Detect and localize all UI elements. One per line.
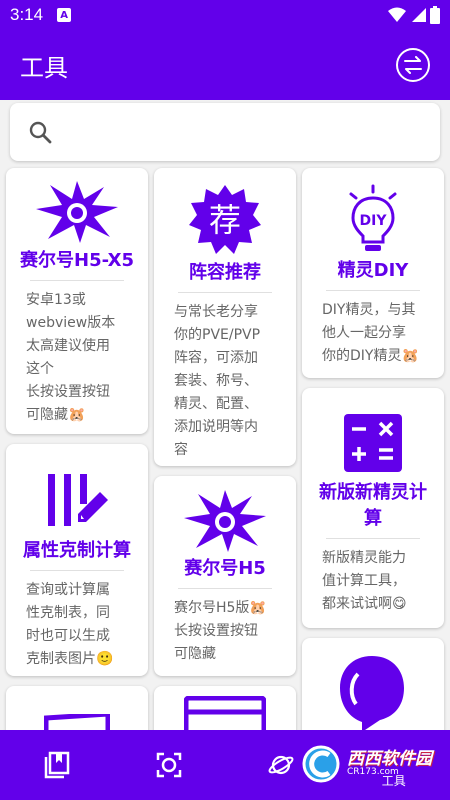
card-title: 赛尔号H5 [184, 558, 266, 579]
app-bar: 工具 [0, 30, 450, 100]
tool-card-seer-h5[interactable]: 赛尔号H5 赛尔号H5版🐹 长按设置按钮 可隐藏 [154, 476, 296, 676]
recommend-badge-icon: 荐 [154, 168, 296, 260]
watermark: 西西软件园 CR173.com [301, 743, 432, 785]
swap-button[interactable] [396, 48, 430, 82]
signal-icon [412, 8, 426, 22]
tool-card-diy[interactable]: DIY 精灵DIY DIY精灵，与其 他人一起分享 你的DIY精灵🐹 [302, 168, 444, 378]
card-title: 赛尔号H5-X5 [20, 250, 134, 271]
divider [326, 538, 420, 539]
status-time: 3:14 [10, 5, 44, 24]
card-description: 查询或计算属 性克制表，同 时也可以生成 克制表图片🙂 [26, 582, 114, 667]
wifi-icon [388, 7, 406, 22]
divider [178, 588, 272, 589]
seer-logo-icon [6, 168, 148, 248]
watermark-text: 西西软件园 [347, 749, 432, 769]
card-description: 安卓13或 webview版本 太高建议使用 这个 长按设置按钮 可隐藏🐹 [26, 292, 116, 423]
divider [30, 570, 124, 571]
page-title: 工具 [20, 53, 68, 82]
card-title: 精灵DIY [337, 260, 409, 281]
nav-bookmarks[interactable] [16, 730, 96, 800]
search-bar[interactable] [10, 103, 440, 161]
card-title: 阵容推荐 [189, 262, 261, 283]
status-bar: 3:14 A [0, 0, 450, 30]
lightbulb-icon: DIY [302, 168, 444, 258]
divider [326, 290, 420, 291]
calculator-icon [302, 388, 444, 480]
card-description: 与常长老分享 你的PVE/PVP 阵容，可添加 套装、称号、 精灵、配置、 添加… [174, 304, 261, 458]
nav-scan[interactable] [129, 730, 209, 800]
tool-card-seer-h5-x5[interactable]: 赛尔号H5-X5 安卓13或 webview版本 太高建议使用 这个 长按设置按… [6, 168, 148, 434]
divider [30, 280, 124, 281]
notification-icon: A [57, 8, 72, 22]
card-title: 属性克制计算 [23, 540, 131, 561]
watermark-subtext: CR173.com [347, 767, 399, 777]
search-icon [29, 121, 52, 144]
recommend-badge-text: 荐 [209, 201, 241, 239]
tool-card-type-matchup[interactable]: 属性克制计算 查询或计算属 性克制表，同 时也可以生成 克制表图片🙂 [6, 444, 148, 676]
card-title: 新版新精灵计 算 [319, 482, 427, 529]
chat-bubble-icon [340, 656, 404, 732]
scan-icon [156, 752, 181, 778]
planet-icon [268, 755, 294, 775]
battery-icon [430, 6, 440, 24]
swap-arrows-icon [404, 56, 422, 74]
chart-edit-icon [6, 444, 148, 538]
card-description: 赛尔号H5版🐹 长按设置按钮 可隐藏 [174, 600, 267, 662]
book-stack-icon [45, 751, 70, 779]
status-icons [388, 6, 440, 24]
tool-card-partial-right[interactable] [302, 638, 444, 738]
card-description: DIY精灵，与其 他人一起分享 你的DIY精灵🐹 [322, 302, 419, 364]
search-input[interactable] [64, 122, 422, 142]
tool-card-new-calc[interactable]: 新版新精灵计 算 新版精灵能力 值计算工具， 都来试试啊😋 [302, 388, 444, 628]
tool-card-lineup[interactable]: 荐 阵容推荐 与常长老分享 你的PVE/PVP 阵容，可添加 套装、称号、 精灵… [154, 168, 296, 466]
diy-icon-text: DIY [360, 213, 388, 229]
divider [178, 292, 272, 293]
watermark-logo-icon [302, 745, 340, 783]
card-description: 新版精灵能力 值计算工具， 都来试试啊😋 [322, 550, 407, 612]
seer-logo-icon [154, 476, 296, 556]
